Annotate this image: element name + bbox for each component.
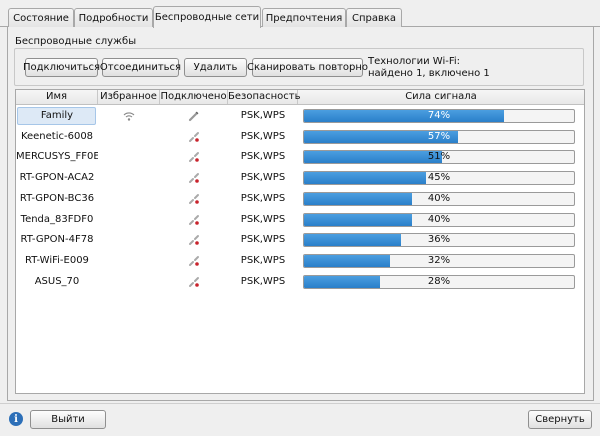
signal-strength-label: 40% <box>427 213 451 225</box>
table-row[interactable]: RT-GPON-BC36 PSK,WPS 40% <box>16 189 584 209</box>
table-header: Имя Избранное Подключено Безопасность Си… <box>16 90 584 105</box>
wifi-info-line2: найдено 1, включено 1 <box>368 68 490 79</box>
signal-strength-label: 51% <box>427 151 451 163</box>
network-security: PSK,WPS <box>240 130 286 142</box>
info-icon[interactable]: i <box>9 412 23 426</box>
network-security: PSK,WPS <box>240 110 286 121</box>
signal-strength-bar: 36% <box>303 233 575 248</box>
network-name: MERCUSYS_FF0E <box>16 151 98 163</box>
signal-strength-bar: 28% <box>303 274 575 289</box>
signal-strength-label: 36% <box>427 234 451 246</box>
signal-strength-label: 28% <box>427 275 451 287</box>
table-row[interactable]: Family PSK,WPS 74% <box>16 106 584 126</box>
signal-strength-label: 74% <box>427 110 451 121</box>
network-security: PSK,WPS <box>240 151 286 163</box>
table-row[interactable]: ASUS_70 PSK,WPS 28% <box>16 272 584 292</box>
signal-strength-label: 32% <box>427 254 451 266</box>
signal-strength-label: 45% <box>427 172 451 184</box>
signal-strength-label: 40% <box>427 192 451 204</box>
network-security: PSK,WPS <box>240 234 286 246</box>
tab-status[interactable]: Состояние <box>8 8 74 27</box>
network-name: RT-GPON-BC36 <box>19 192 95 204</box>
network-security: PSK,WPS <box>240 213 286 225</box>
table-row[interactable]: RT-GPON-ACA2 PSK,WPS 45% <box>16 168 584 188</box>
disconnected-icon[interactable] <box>160 168 228 188</box>
wifi-info-line1: Технологии Wi-Fi: <box>368 56 461 67</box>
tab-preferences[interactable]: Предпочтения <box>262 8 346 27</box>
network-security: PSK,WPS <box>240 172 286 184</box>
signal-strength-bar: 32% <box>303 253 575 268</box>
rescan-button[interactable]: Сканировать повторно <box>247 58 368 77</box>
connect-button[interactable]: Подключиться <box>23 58 100 77</box>
tab-details[interactable]: Подробности <box>74 8 153 27</box>
networks-table: Имя Избранное Подключено Безопасность Си… <box>15 89 585 394</box>
disconnected-icon[interactable] <box>160 230 228 250</box>
network-security: PSK,WPS <box>240 192 286 204</box>
section-title: Беспроводные службы <box>15 36 137 47</box>
network-security: PSK,WPS <box>240 275 286 287</box>
network-name: RT-GPON-ACA2 <box>19 172 95 184</box>
disconnected-icon[interactable] <box>160 272 228 292</box>
tab-wireless-networks[interactable]: Беспроводные сети <box>153 6 261 28</box>
signal-strength-bar: 57% <box>303 129 575 144</box>
table-row[interactable]: RT-GPON-4F78 PSK,WPS 36% <box>16 230 584 250</box>
network-name: Keenetic-6008 <box>20 130 94 142</box>
disconnected-icon[interactable] <box>160 251 228 271</box>
network-name: RT-WiFi-E009 <box>25 254 89 266</box>
column-header-connected[interactable]: Подключено <box>160 90 228 104</box>
signal-strength-bar: 74% <box>303 109 575 123</box>
disconnected-icon[interactable] <box>160 147 228 167</box>
wifi-favorite-icon <box>98 106 160 126</box>
signal-strength-bar: 51% <box>303 150 575 165</box>
table-row[interactable]: RT-WiFi-E009 PSK,WPS 32% <box>16 251 584 271</box>
signal-strength-bar: 40% <box>303 191 575 206</box>
column-header-signal[interactable]: Сила сигнала <box>298 90 584 104</box>
remove-button[interactable]: Удалить <box>184 58 247 77</box>
network-name: Tenda_83FDF0 <box>20 213 94 225</box>
disconnected-icon[interactable] <box>160 127 228 147</box>
disconnected-icon[interactable] <box>160 210 228 230</box>
column-header-security[interactable]: Безопасность <box>228 90 301 104</box>
connected-icon[interactable] <box>160 106 228 126</box>
tab-bar: Состояние Подробности Беспроводные сети … <box>0 0 600 28</box>
network-name: RT-GPON-4F78 <box>20 234 94 246</box>
signal-strength-bar: 40% <box>303 212 575 227</box>
table-row[interactable]: Tenda_83FDF0 PSK,WPS 40% <box>16 210 584 230</box>
column-header-favorite[interactable]: Избранное <box>98 90 160 104</box>
tab-help[interactable]: Справка <box>346 8 402 27</box>
quit-button[interactable]: Выйти <box>30 410 106 429</box>
disconnect-button[interactable]: Отсоединиться <box>100 58 181 77</box>
table-row[interactable]: Keenetic-6008 PSK,WPS 57% <box>16 127 584 147</box>
table-row[interactable]: MERCUSYS_FF0E PSK,WPS 51% <box>16 147 584 167</box>
signal-strength-label: 57% <box>427 130 451 142</box>
network-security: PSK,WPS <box>240 254 286 266</box>
wifi-technologies-info: Технологии Wi-Fi: найдено 1, включено 1 <box>368 56 490 80</box>
footer-separator <box>0 403 600 404</box>
network-name: ASUS_70 <box>34 275 80 287</box>
signal-strength-bar: 45% <box>303 171 575 186</box>
disconnected-icon[interactable] <box>160 189 228 209</box>
column-header-name[interactable]: Имя <box>16 90 98 104</box>
minimize-button[interactable]: Свернуть <box>528 410 592 429</box>
network-name: Family <box>40 110 74 121</box>
